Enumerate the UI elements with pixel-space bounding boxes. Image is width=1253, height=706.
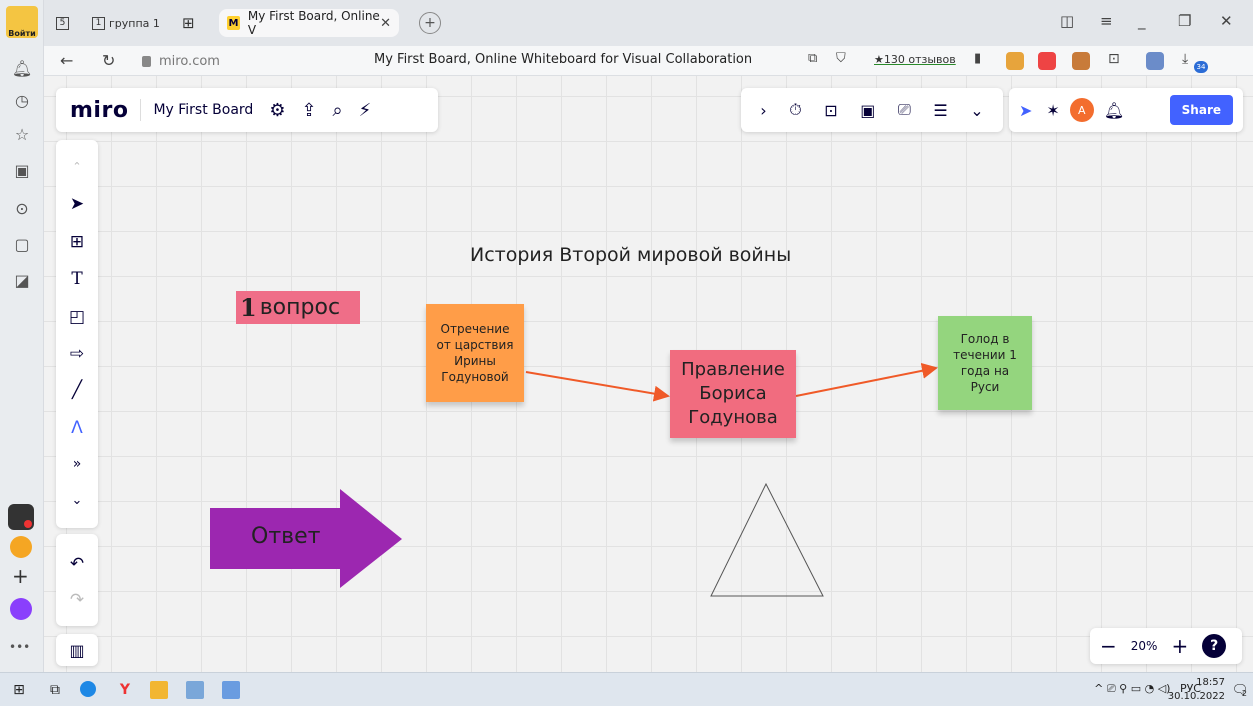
sticky-line: течении 1: [953, 347, 1017, 362]
downloads-panel-icon[interactable]: ◪: [10, 268, 34, 292]
url-field[interactable]: miro.com: [142, 51, 220, 71]
taskbar-app-icon[interactable]: [186, 681, 204, 699]
edge-icon[interactable]: [80, 681, 96, 697]
download-icon[interactable]: ⤓: [1182, 51, 1188, 67]
profile-label: Войти: [8, 29, 36, 38]
bookmark-icon[interactable]: ▮: [974, 51, 981, 66]
yandex-browser-icon[interactable]: Y: [116, 681, 134, 699]
connector-line[interactable]: [795, 362, 938, 397]
restore-icon[interactable]: ❐: [1178, 12, 1191, 30]
tab-add-icon[interactable]: ⊞: [182, 11, 195, 35]
new-tab-button[interactable]: +: [419, 12, 441, 34]
translate-icon[interactable]: ⧉: [808, 51, 817, 66]
sticky-line: года на: [960, 364, 1010, 378]
sticky-line: Голод в: [960, 331, 1010, 346]
window-close-icon[interactable]: ✕: [1220, 12, 1233, 30]
minimize-icon[interactable]: _: [1138, 12, 1146, 30]
paint-app-icon[interactable]: [222, 681, 240, 699]
lock-icon: [142, 55, 151, 67]
bookmarks-star-icon[interactable]: ☆: [10, 122, 34, 146]
pie-widget-icon[interactable]: [10, 536, 32, 558]
profile-button[interactable]: Войти: [6, 6, 38, 38]
sticky-note-orange[interactable]: Отречение от царствия Ирины Годуновой: [426, 304, 524, 402]
browser-side-rail: Войти 🔔︎ ◷ ☆ ▣ ⊙ ▢ ◪ + •••: [0, 0, 44, 672]
clock[interactable]: 18:57 30.10.2022: [1168, 676, 1225, 703]
play-icon[interactable]: ⊙: [10, 196, 34, 220]
sticky-note-pink[interactable]: Правление Бориса Годунова: [670, 350, 796, 438]
sticky-line: Руси: [970, 380, 1000, 395]
answer-text: Ответ: [251, 524, 321, 549]
miro-canvas[interactable]: miro My First Board ⚙ ⇪ ⌕ ⚡ › ⏱ ⊡ ▣ ⎚ ☰ …: [44, 76, 1253, 672]
home-button[interactable]: 5: [56, 11, 73, 35]
connector-line[interactable]: [525, 371, 670, 402]
notification-count: 2: [1241, 689, 1247, 698]
address-bar-row: ← ↻ miro.com My First Board, Online Whit…: [44, 46, 1253, 76]
tab-label: My First Board, Online V: [247, 9, 380, 37]
sticky-line: Отречение: [440, 321, 510, 336]
tab-group-number: 1: [92, 16, 105, 30]
more-dots-icon[interactable]: •••: [9, 640, 30, 654]
task-view-icon[interactable]: ⧉: [46, 681, 64, 699]
bookmark-panel-icon[interactable]: ◫: [1060, 12, 1074, 30]
board-shapes: [210, 362, 938, 597]
page-title: My First Board, Online Whiteboard for Vi…: [374, 52, 753, 67]
home-badge: 5: [56, 16, 69, 30]
miro-favicon-icon: M: [227, 16, 240, 30]
recorder-icon[interactable]: [8, 504, 34, 530]
protect-icon[interactable]: ⛉: [836, 51, 846, 66]
extension-5-icon[interactable]: [1146, 52, 1164, 70]
side-widgets: + •••: [6, 500, 38, 670]
sticky-note-green[interactable]: Голод в течении 1 года на Руси: [938, 316, 1032, 410]
add-widget-icon[interactable]: +: [12, 564, 29, 588]
time: 18:57: [1196, 677, 1225, 688]
extension-4-icon[interactable]: ⊡: [1108, 51, 1120, 67]
sticky-line: Годунова: [688, 407, 778, 429]
notes-icon[interactable]: ▢: [10, 232, 34, 256]
extension-1-icon[interactable]: [1006, 52, 1024, 70]
reload-icon[interactable]: ↻: [102, 51, 115, 70]
reviews-link[interactable]: ★130 отзывов: [874, 53, 956, 66]
extension-adblock-icon[interactable]: [1038, 52, 1056, 70]
tab-strip: 5 1 группа 1 ⊞ M My First Board, Online …: [44, 0, 1253, 46]
download-badge: 34: [1194, 61, 1208, 73]
file-explorer-icon[interactable]: [150, 681, 168, 699]
menu-icon[interactable]: ≡: [1100, 12, 1113, 30]
alice-icon[interactable]: [10, 598, 32, 620]
tray-icons: ^ ⎚ ⚲ ▭ ◔ ◁): [1094, 682, 1171, 695]
tab-my-first-board[interactable]: M My First Board, Online V ✕: [219, 9, 399, 37]
triangle-shape[interactable]: [710, 482, 824, 597]
sticky-line: Годуновой: [441, 370, 509, 385]
sticky-line: Бориса: [699, 382, 767, 404]
date: 30.10.2022: [1167, 690, 1225, 702]
taskbar: ⊞ ⧉ Y ^ ⎚ ⚲ ▭ ◔ ◁) РУС 18:57 30.10.2022 …: [0, 672, 1253, 706]
url-text: miro.com: [159, 53, 220, 69]
windows-start-icon[interactable]: ⊞: [10, 681, 28, 699]
bell-icon[interactable]: 🔔︎: [10, 56, 34, 80]
sticky-line: Ирины: [454, 354, 496, 368]
sticky-line: от царствия: [436, 337, 514, 352]
back-icon[interactable]: ←: [60, 51, 73, 70]
tab-group-label: группа 1: [109, 16, 160, 30]
close-icon[interactable]: ✕: [380, 16, 391, 31]
tab-group-1[interactable]: 1 группа 1: [92, 11, 160, 35]
extension-3-icon[interactable]: [1072, 52, 1090, 70]
history-icon[interactable]: ◷: [10, 88, 34, 112]
sticky-line: Правление: [681, 358, 785, 380]
collections-icon[interactable]: ▣: [10, 158, 34, 182]
